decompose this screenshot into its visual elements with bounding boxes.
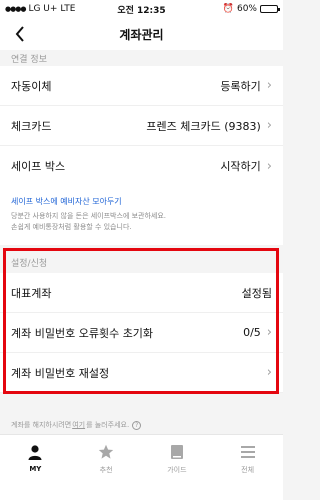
row-value: 시작하기 bbox=[220, 160, 261, 173]
footer-note: 계좌를 해지하시려면 여기 를 눌러주세요. ? bbox=[0, 418, 283, 432]
section-header-connection: 연결 정보 bbox=[0, 50, 283, 66]
row-label: 자동이체 bbox=[11, 79, 52, 93]
chevron-right-icon: › bbox=[266, 325, 272, 340]
tab-recommend[interactable]: 추천 bbox=[71, 435, 142, 500]
tab-label: 추천 bbox=[99, 466, 113, 474]
status-left: ●●●● LG U+ LTE bbox=[5, 4, 75, 14]
safebox-link[interactable]: 세이프 박스에 예비자산 모아두기 bbox=[11, 196, 272, 207]
row-checkcard[interactable]: 체크카드 프렌즈 체크카드 (9383) › bbox=[0, 106, 283, 146]
close-account-link[interactable]: 여기 bbox=[72, 420, 85, 430]
safebox-info: 세이프 박스에 예비자산 모아두기 당분간 사용하지 않을 돈은 세이프박스에 … bbox=[0, 186, 283, 245]
alarm-icon: ⏰ bbox=[222, 4, 234, 14]
tab-all[interactable]: 전체 bbox=[212, 435, 283, 500]
row-label: 대표계좌 bbox=[11, 286, 52, 300]
row-password-reset[interactable]: 계좌 비밀번호 재설정 › bbox=[0, 353, 283, 393]
row-password-error-reset[interactable]: 계좌 비밀번호 오류횟수 초기화 0/5 › bbox=[0, 313, 283, 353]
row-main-account[interactable]: 대표계좌 설정됨 bbox=[0, 273, 283, 313]
network-type: LTE bbox=[60, 4, 76, 14]
menu-icon bbox=[240, 443, 256, 461]
status-right: ⏰ 60% bbox=[222, 4, 280, 14]
carrier: LG U+ bbox=[28, 4, 58, 14]
row-label: 계좌 비밀번호 오류횟수 초기화 bbox=[11, 326, 154, 340]
chevron-left-icon bbox=[15, 26, 24, 42]
tab-label: 가이드 bbox=[167, 466, 187, 474]
signal-icon: ●●●● bbox=[5, 5, 26, 13]
person-icon bbox=[27, 443, 43, 461]
book-icon bbox=[170, 443, 184, 461]
content: 연결 정보 자동이체 등록하기 › 체크카드 프렌즈 체크카드 (9383) ›… bbox=[0, 50, 283, 430]
row-label: 세이프 박스 bbox=[11, 160, 66, 173]
safebox-desc-1: 당분간 사용하지 않을 돈은 세이프박스에 보관하세요. bbox=[11, 212, 167, 220]
chevron-right-icon: › bbox=[266, 118, 272, 133]
row-value: 설정됨 bbox=[241, 286, 272, 300]
back-button[interactable] bbox=[10, 24, 30, 44]
tab-my[interactable]: MY bbox=[0, 435, 71, 500]
row-value: 등록하기 bbox=[220, 79, 261, 93]
chevron-right-icon: › bbox=[266, 158, 272, 174]
footer-suffix: 를 눌러주세요. bbox=[86, 421, 130, 429]
page-title: 계좌관리 bbox=[119, 27, 164, 42]
row-label: 계좌 비밀번호 재설정 bbox=[11, 366, 110, 380]
row-label: 체크카드 bbox=[11, 119, 52, 133]
tab-bar: MY 추천 가이드 전체 bbox=[0, 434, 283, 500]
chevron-right-icon: › bbox=[266, 365, 272, 380]
tab-label: MY bbox=[29, 465, 42, 473]
tab-label: 전체 bbox=[241, 466, 255, 474]
status-bar: ●●●● LG U+ LTE 오전 12:35 ⏰ 60% bbox=[0, 0, 283, 18]
tab-guide[interactable]: 가이드 bbox=[142, 435, 213, 500]
safebox-desc-2: 손쉽게 예비통장처럼 활용할 수 있습니다. bbox=[11, 223, 132, 231]
row-value: 0/5 bbox=[243, 326, 261, 339]
battery-percent: 60% bbox=[236, 4, 257, 14]
chevron-right-icon: › bbox=[266, 78, 272, 93]
question-circle-icon[interactable]: ? bbox=[132, 420, 142, 430]
screen: ●●●● LG U+ LTE 오전 12:35 ⏰ 60% 계좌관리 연결 정보… bbox=[0, 0, 283, 500]
battery-icon bbox=[260, 5, 280, 13]
star-icon bbox=[98, 443, 114, 461]
section-header-settings: 설정/신청 bbox=[0, 251, 283, 273]
footer-prefix: 계좌를 해지하시려면 bbox=[11, 421, 72, 429]
nav-bar: 계좌관리 bbox=[0, 18, 283, 50]
row-safebox[interactable]: 세이프 박스 시작하기 › bbox=[0, 146, 283, 186]
row-value: 프렌즈 체크카드 (9383) bbox=[146, 119, 261, 133]
row-autotransfer[interactable]: 자동이체 등록하기 › bbox=[0, 66, 283, 106]
